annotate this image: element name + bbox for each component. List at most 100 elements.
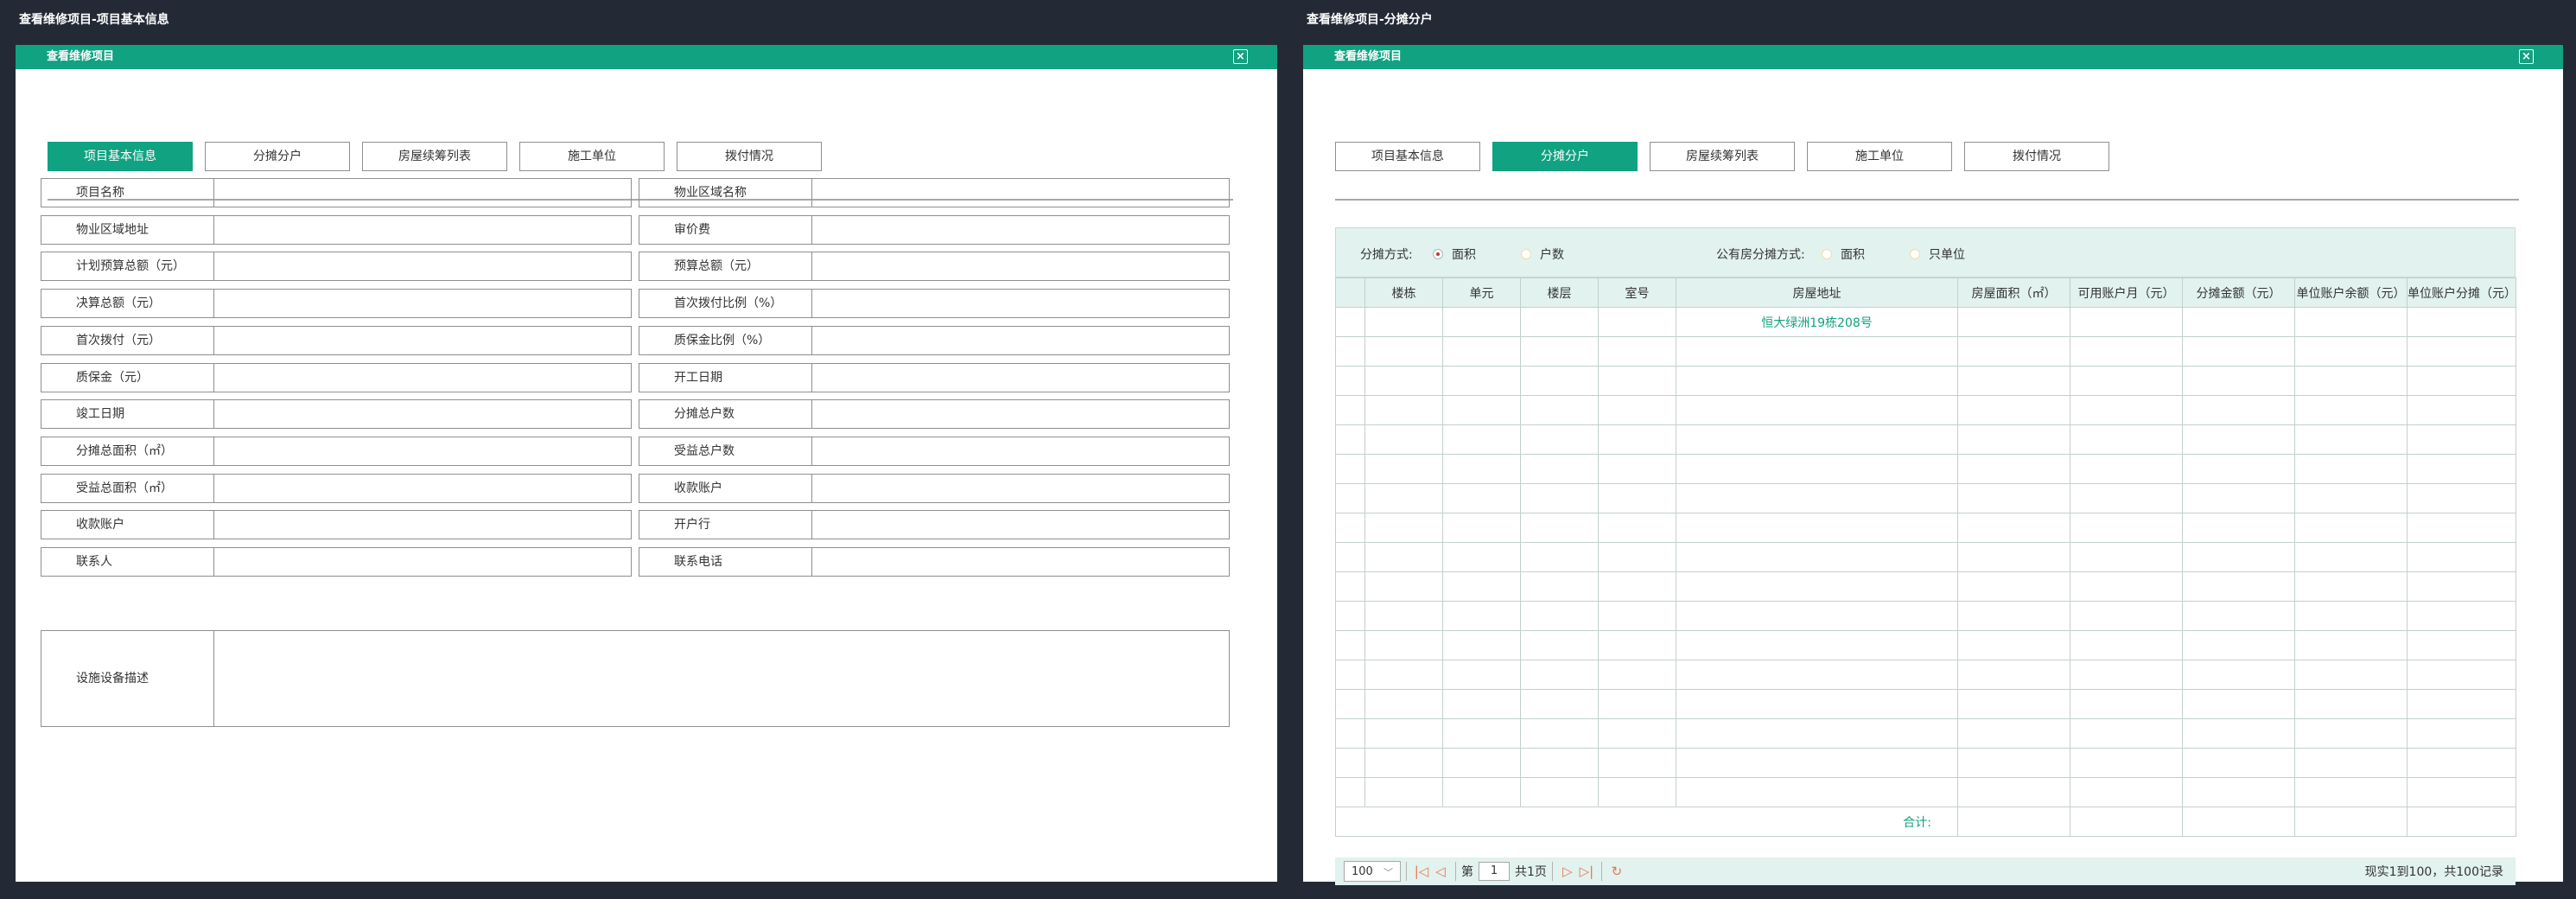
form-field-value — [214, 511, 631, 539]
table-cell — [1335, 630, 1365, 660]
form-field-value — [214, 179, 631, 207]
table-cell — [1520, 424, 1599, 455]
tab-contractor[interactable]: 施工单位 — [1807, 142, 1952, 171]
house-address-link[interactable]: 恒大绿洲19栋208号 — [1676, 307, 1958, 337]
table-row — [1335, 660, 2516, 690]
table-cell — [1364, 366, 1443, 396]
table-cell — [1364, 748, 1443, 778]
table-cell — [2294, 777, 2407, 807]
form-field-label: 分摊总面积（㎡） — [41, 437, 214, 465]
table-cell — [1598, 777, 1676, 807]
table-cell — [2294, 513, 2407, 543]
table-cell — [1520, 748, 1599, 778]
table-cell — [1520, 542, 1599, 572]
table-cell — [1364, 454, 1443, 484]
table-cell — [1957, 630, 2070, 660]
table-cell — [2070, 513, 2183, 543]
tab-payment[interactable]: 拨付情况 — [1964, 142, 2109, 171]
form-field: 竣工日期 — [41, 399, 632, 430]
radio-selected-icon[interactable] — [1433, 249, 1443, 259]
table-cell — [1598, 748, 1676, 778]
close-icon[interactable]: × — [1233, 49, 1248, 64]
table-cell — [1957, 777, 2070, 807]
table-row — [1335, 424, 2516, 455]
first-page-icon[interactable]: |◁ — [1412, 864, 1431, 879]
form-field: 计划预算总额（元） — [41, 252, 632, 282]
table-row — [1335, 366, 2516, 396]
table-cell — [1598, 542, 1676, 572]
form-row: 首次拨付（元） 质保金比例（%） — [41, 325, 1237, 355]
form-field: 质保金（元） — [41, 362, 632, 392]
table-cell — [2070, 660, 2183, 690]
tab-house-list[interactable]: 房屋续筹列表 — [362, 142, 507, 171]
table-cell — [1520, 513, 1599, 543]
form-field-value — [812, 511, 1229, 539]
public-radio-unit-only[interactable]: 只单位 — [1910, 245, 1965, 263]
table-cell — [1598, 571, 1676, 602]
refresh-icon[interactable]: ↻ — [1607, 864, 1626, 879]
allocation-table: 楼栋 单元 楼层 室号 房屋地址 房屋面积（㎡） 可用账户月（元） 分摊金额（元） 单位账户余额… — [1335, 277, 2516, 837]
pager-separator — [1600, 862, 1602, 881]
radio-icon[interactable] — [1521, 249, 1531, 259]
table-cell — [1957, 748, 2070, 778]
table-cell — [1676, 424, 1958, 455]
tab-contractor[interactable]: 施工单位 — [519, 142, 665, 171]
total-label: 合计: — [1335, 807, 1958, 837]
table-cell — [1364, 395, 1443, 425]
page-number-input[interactable]: 1 — [1479, 862, 1510, 881]
column-header: 单位账户分摊（元） — [2407, 277, 2516, 308]
table-cell — [2182, 542, 2295, 572]
form-field-value — [812, 290, 1229, 317]
tab-allocation[interactable]: 分摊分户 — [205, 142, 350, 171]
page-size-select[interactable]: 100 ﹀ — [1344, 861, 1401, 882]
table-cell — [2294, 601, 2407, 631]
form-field-value — [812, 327, 1229, 354]
close-icon[interactable]: × — [2519, 49, 2534, 64]
form-field-label: 竣工日期 — [41, 400, 214, 429]
table-cell — [2294, 454, 2407, 484]
table-cell — [2070, 424, 2183, 455]
tab-basic-info[interactable]: 项目基本信息 — [1335, 142, 1480, 171]
public-radio-area-label: 面积 — [1841, 248, 1865, 262]
prev-page-icon[interactable]: ◁ — [1431, 864, 1450, 879]
table-cell — [2407, 689, 2516, 719]
alloc-radio-area[interactable]: 面积 — [1433, 245, 1476, 263]
table-cell — [2070, 718, 2183, 749]
next-page-icon[interactable]: ▷ — [1558, 864, 1577, 879]
tab-house-list[interactable]: 房屋续筹列表 — [1650, 142, 1795, 171]
table-cell — [1957, 336, 2070, 367]
form-field: 预算总额（元） — [639, 252, 1230, 282]
table-cell — [1676, 513, 1958, 543]
table-cell — [1598, 513, 1676, 543]
table-cell — [1364, 660, 1443, 690]
left-panel: 查看维修项目 × 项目基本信息 分摊分户 房屋续筹列表 施工单位 拨付情况 项目… — [16, 45, 1277, 882]
table-cell — [1364, 689, 1443, 719]
tab-allocation[interactable]: 分摊分户 — [1492, 142, 1638, 171]
public-method-label: 公有房分摊方式: — [1716, 248, 1805, 262]
table-cell — [2294, 366, 2407, 396]
table-cell — [2182, 424, 2295, 455]
table-cell — [1442, 748, 1521, 778]
form-field: 决算总额（元） — [41, 289, 632, 319]
table-cell — [1335, 307, 1365, 337]
column-header: 可用账户月（元） — [2070, 277, 2183, 308]
column-header: 室号 — [1598, 277, 1676, 308]
table-cell — [1676, 395, 1958, 425]
radio-icon[interactable] — [1822, 249, 1832, 259]
table-cell — [1598, 689, 1676, 719]
table-cell — [1520, 483, 1599, 513]
chevron-down-icon: ﹀ — [1383, 867, 1393, 878]
form-field-label: 受益总面积（㎡） — [41, 474, 214, 502]
table-row — [1335, 513, 2516, 543]
last-page-icon[interactable]: ▷| — [1577, 864, 1596, 879]
radio-icon[interactable] — [1910, 249, 1920, 259]
public-radio-area[interactable]: 面积 — [1822, 245, 1865, 263]
table-cell — [1364, 513, 1443, 543]
tab-basic-info[interactable]: 项目基本信息 — [48, 142, 193, 171]
table-cell — [2182, 307, 2295, 337]
table-cell — [1676, 542, 1958, 572]
tab-payment[interactable]: 拨付情况 — [677, 142, 822, 171]
table-cell — [1520, 660, 1599, 690]
alloc-radio-households[interactable]: 户数 — [1521, 245, 1564, 263]
table-cell — [1442, 660, 1521, 690]
